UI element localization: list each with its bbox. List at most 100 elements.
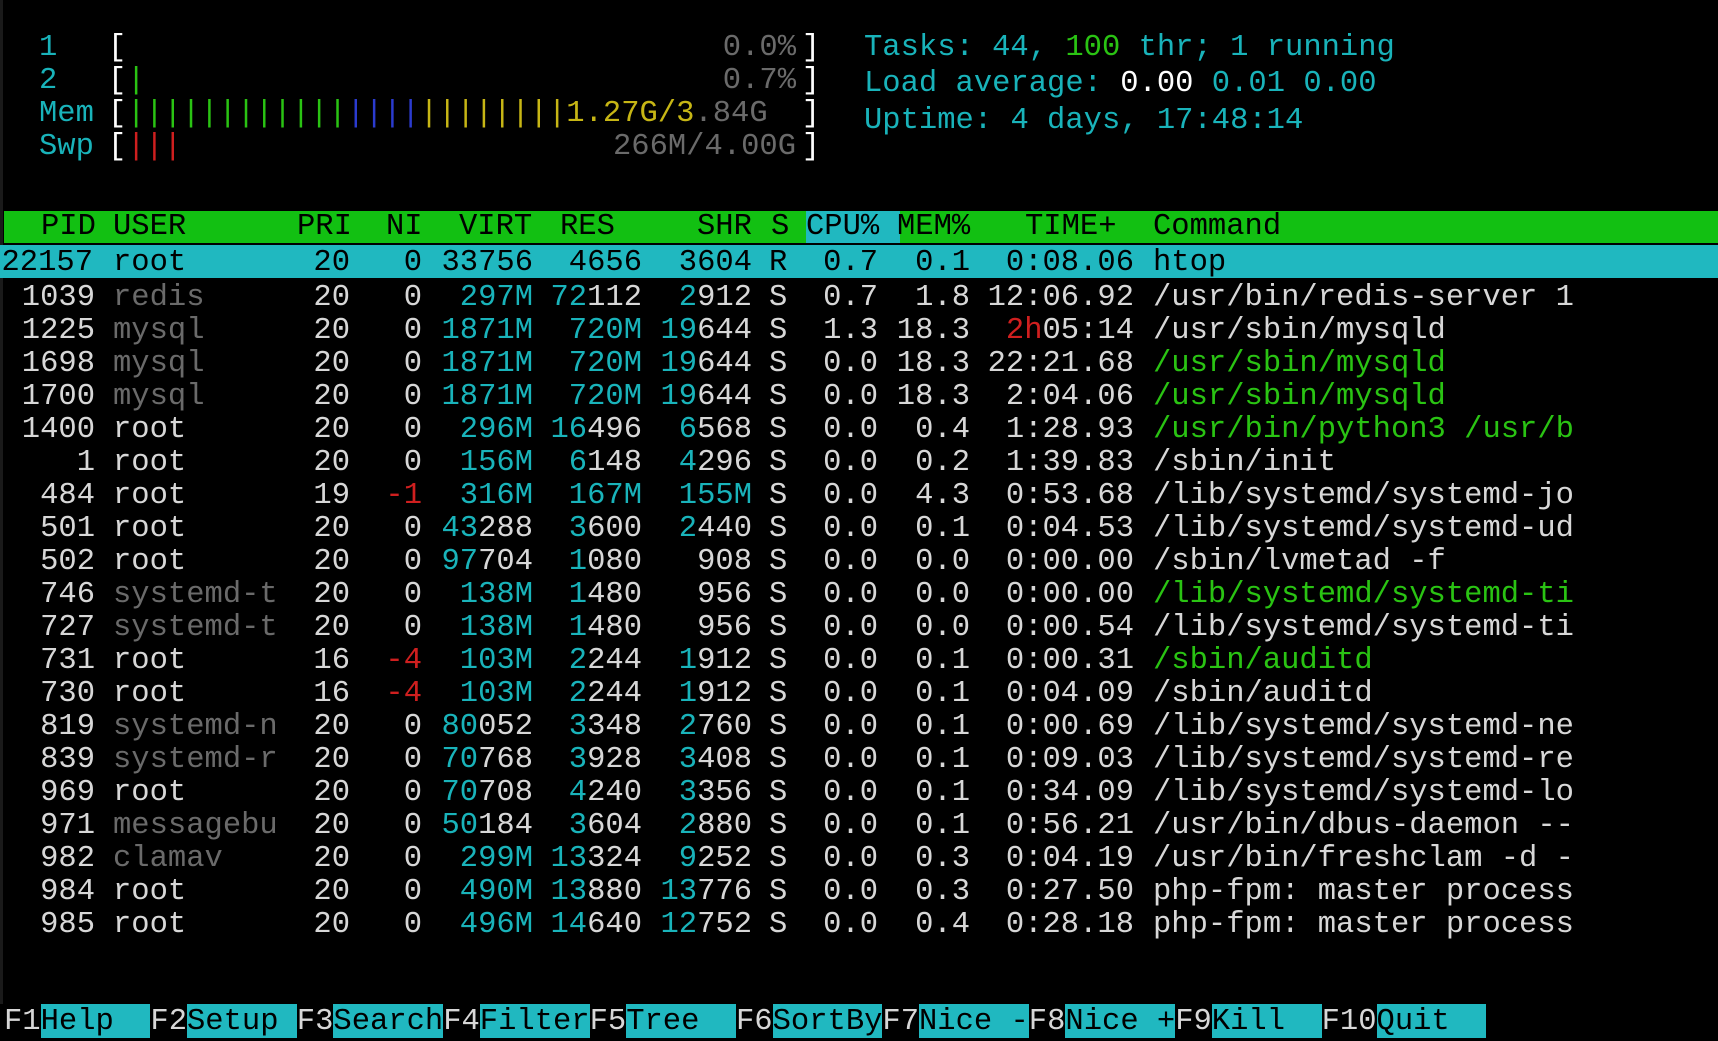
process-row[interactable]: 971 messagebu 20 0 50184 3604 2880 S 0.0 0.1 0:56.… — [0, 808, 1718, 844]
virt-cell: 103M — [459, 677, 534, 711]
nice-cell: 0 — [403, 246, 422, 280]
nice-cell: 0 — [403, 380, 422, 414]
fkey-nice[interactable]: F7Nice - — [882, 1004, 1029, 1041]
process-row[interactable]: 1225 mysql 20 0 1871M 720M 19644 S 1.3 18.3 2h05:1… — [0, 313, 1718, 349]
state-cell: S — [769, 380, 788, 414]
col-state[interactable]: S — [771, 209, 789, 245]
function-key-bar: F1Help F2Setup F3Search F4Filter F5Tree F6… — [0, 1004, 1718, 1041]
fkey-sortby[interactable]: F6SortBy — [736, 1004, 883, 1041]
fkey-help[interactable]: F1Help — [4, 1004, 151, 1041]
uptime-value: 4 days, 17:48:14 — [1010, 103, 1304, 138]
swp-value: 266M/4.00G — [612, 130, 796, 164]
virt-cell: 70768 — [441, 743, 534, 777]
mem-cell: 0.1 — [915, 776, 971, 810]
state-cell: S — [769, 347, 788, 381]
res-cell: 720M — [568, 380, 643, 414]
cpu2-open-bracket: [ — [108, 64, 127, 98]
process-row[interactable]: 1700 mysql 20 0 1871M 720M 19644 S 0.0 18.3 2:04.0… — [0, 379, 1718, 415]
cpu-cell: 1.3 — [823, 314, 879, 348]
process-row[interactable]: 982 clamav 20 0 299M 13324 9252 S 0.0 0.3 0:04.19 /… — [0, 841, 1718, 877]
mem-cell: 0.1 — [915, 710, 971, 744]
state-cell: S — [769, 446, 788, 480]
col-pri[interactable]: PRI — [297, 209, 352, 245]
pid-cell: 727 — [40, 611, 96, 645]
shr-cell: 3356 — [678, 776, 753, 810]
nice-cell: 0 — [403, 578, 422, 612]
pid-cell: 484 — [40, 479, 96, 513]
swp-label: Swp — [39, 130, 94, 164]
shr-cell: 908 — [697, 545, 753, 579]
htop-terminal: 1 [ 0.0% ] 2 [ | 0.7% ] Mem [ ||||||||||… — [0, 0, 1718, 1041]
user-cell: root — [113, 446, 187, 480]
pid-cell: 1700 — [21, 380, 96, 414]
threads-label: thr; — [1120, 31, 1231, 65]
priority-cell: 19 — [313, 479, 350, 513]
virt-cell: 103M — [459, 644, 534, 678]
user-cell: mysql — [113, 314, 205, 348]
process-row[interactable]: 984 root 20 0 490M 13880 13776 S 0.0 0.3 0:27.50 ph… — [0, 874, 1718, 910]
col-command[interactable]: Command — [1153, 209, 1281, 245]
fkey-key: F5 — [589, 1005, 627, 1039]
res-cell: 4240 — [568, 776, 643, 810]
fkey-search[interactable]: F3Search — [297, 1004, 444, 1041]
col-time[interactable]: TIME+ — [1025, 209, 1117, 245]
process-row[interactable]: 746 systemd-t 20 0 138M 1480 956 S 0.0 0.0 0:00.00… — [0, 577, 1718, 613]
col-ni[interactable]: NI — [386, 209, 423, 245]
fkey-filter[interactable]: F4Filter — [443, 1004, 590, 1041]
fkey-quit[interactable]: F10Quit — [1322, 1004, 1487, 1041]
process-row[interactable]: 1 root 20 0 156M 6148 4296 S 0.0 0.2 1:39.83/sbin/… — [0, 445, 1718, 481]
process-row[interactable]: 730 root 16 -4 103M 2244 1912 S 0.0 0.1 0:04.09/sb… — [0, 676, 1718, 712]
res-cell: 3604 — [568, 809, 643, 843]
col-res[interactable]: RES — [560, 209, 615, 245]
res-cell: 13880 — [550, 875, 643, 909]
pid-cell: 1039 — [21, 281, 96, 315]
process-row[interactable]: 1039 redis 20 0 297M 72112 2912 S 0.7 1.8 12:06.92… — [0, 280, 1718, 316]
swp-bars: ||| — [127, 130, 182, 164]
priority-cell: 20 — [313, 347, 350, 381]
process-row[interactable]: 731 root 16 -4 103M 2244 1912 S 0.0 0.1 0:00.31/sb… — [0, 643, 1718, 679]
col-cpu[interactable]: CPU% — [806, 209, 879, 245]
process-row[interactable]: 484 root 19 -1 316M 167M 155M S 0.0 4.3 0:53.68/li… — [0, 478, 1718, 514]
fkey-label: SortBy — [772, 1004, 883, 1039]
process-row[interactable]: 969 root 20 0 70708 4240 3356 S 0.0 0.1 0:34.09/li… — [0, 775, 1718, 811]
shr-cell: 12752 — [660, 908, 753, 942]
process-row[interactable]: 22157 root 20 0 33756 4656 3604 R 0.7 0.1 0:08.06 h… — [0, 245, 1718, 280]
user-cell: clamav — [113, 842, 223, 876]
nice-cell: -1 — [385, 479, 422, 513]
state-cell: S — [769, 611, 788, 645]
fkey-nice[interactable]: F8Nice + — [1028, 1004, 1176, 1041]
cpu1-close-bracket: ] — [801, 31, 820, 65]
col-mem[interactable]: MEM% — [897, 209, 970, 245]
fkey-label: Quit — [1376, 1004, 1487, 1039]
process-row[interactable]: 819 systemd-n 20 0 80052 3348 2760 S 0.0 0.1 0:00.… — [0, 709, 1718, 745]
res-cell: 2244 — [568, 644, 643, 678]
process-row[interactable]: 985 root 20 0 496M 14640 12752 S 0.0 0.4 0:28.18 ph… — [0, 907, 1718, 943]
command-cell: /usr/sbin/mysqld — [1153, 314, 1446, 348]
fkey-kill[interactable]: F9Kill — [1175, 1004, 1322, 1041]
cpu-cell: 0.0 — [823, 413, 879, 447]
fkey-key: F8 — [1028, 1005, 1066, 1039]
process-row[interactable]: 1400 root 20 0 296M 16496 6568 S 0.0 0.4 1:28.93/u… — [0, 412, 1718, 448]
col-shr[interactable]: SHR — [697, 209, 752, 245]
res-cell: 2244 — [568, 677, 643, 711]
process-row[interactable]: 502 root 20 0 97704 1080 908 S 0.0 0.0 0:00.00/sbi… — [0, 544, 1718, 580]
cpu-cell: 0.7 — [823, 281, 879, 315]
fkey-tree[interactable]: F5Tree — [589, 1004, 737, 1041]
time-cell: 0:09.03 — [1005, 743, 1135, 777]
col-pid[interactable]: PID — [41, 209, 96, 245]
command-cell: /usr/bin/python3 /usr/b — [1153, 413, 1574, 447]
process-row[interactable]: 727 systemd-t 20 0 138M 1480 956 S 0.0 0.0 0:00.54… — [0, 610, 1718, 646]
command-cell: htop — [1153, 246, 1227, 280]
col-virt[interactable]: VIRT — [459, 209, 532, 245]
time-cell: 1:39.83 — [1005, 446, 1135, 480]
process-row[interactable]: 501 root 20 0 43288 3600 2440 S 0.0 0.1 0:04.53/li… — [0, 511, 1718, 547]
virt-cell: 43288 — [441, 512, 534, 546]
state-cell: S — [769, 512, 788, 546]
process-row[interactable]: 839 systemd-r 20 0 70768 3928 3408 S 0.0 0.1 0:09.… — [0, 742, 1718, 778]
col-user[interactable]: USER — [113, 209, 186, 245]
fkey-setup[interactable]: F2Setup — [150, 1004, 297, 1041]
process-row[interactable]: 1698 mysql 20 0 1871M 720M 19644 S 0.0 18.3 22:21.… — [0, 346, 1718, 382]
mem-close-bracket: ] — [801, 97, 820, 131]
load-15min: 0.00 — [1303, 67, 1377, 102]
res-cell: 72112 — [550, 281, 643, 315]
